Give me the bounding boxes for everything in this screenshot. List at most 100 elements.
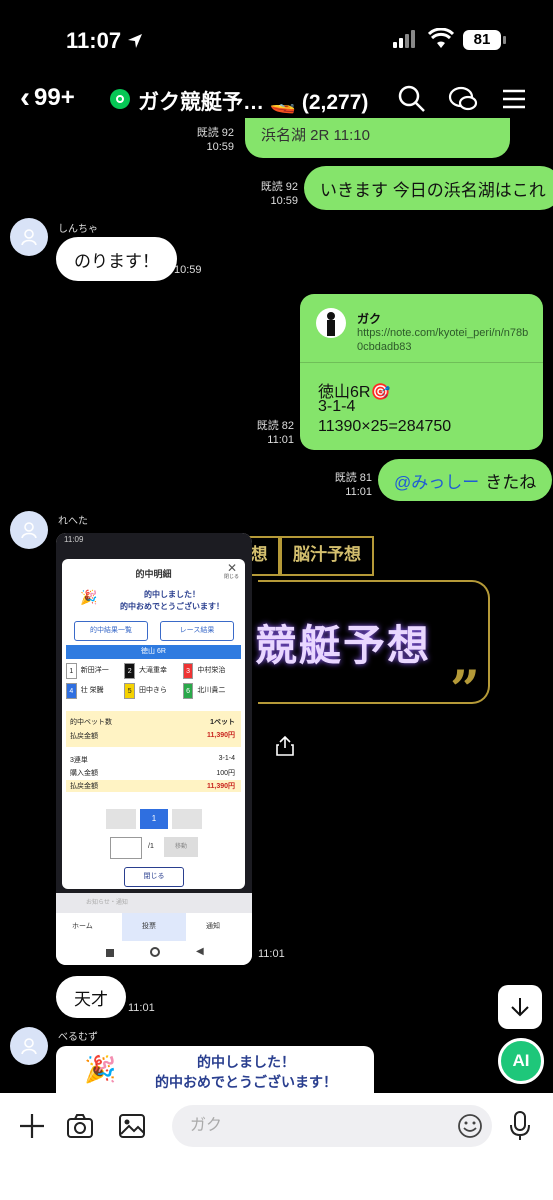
- message-text: 天才: [74, 989, 108, 1009]
- avatar[interactable]: [10, 1027, 48, 1065]
- bet-detail: 3連単 3-1-4 購入金額 100円 払戻金額 11,390円: [66, 755, 241, 799]
- racer-name: 田中きら: [139, 687, 168, 694]
- shared-image[interactable]: 11:09 的中明細 ✕ 閉じる 🎉 的中しました！ 的中おめでとうございます！…: [56, 533, 252, 965]
- link-divider: [300, 362, 543, 363]
- unread-count: 99+: [34, 84, 75, 111]
- page-total: /1: [148, 843, 154, 850]
- image-nav-bar: ◀: [56, 941, 252, 965]
- congrats-line-2: 的中おめでとうございます！: [155, 1074, 337, 1090]
- chevron-left-icon: ‹: [20, 81, 30, 114]
- message-time: 10:59: [270, 195, 298, 207]
- message-time: 11:01: [267, 434, 294, 446]
- arrow-down-icon: [511, 998, 529, 1017]
- boat-number: 2: [124, 663, 136, 679]
- popup-close-button: 閉じる: [124, 867, 184, 887]
- read-receipt: 既読 81: [334, 472, 372, 484]
- message-time: 11:01: [345, 486, 372, 498]
- shared-image[interactable]: 🎉 的中しました！ 的中おめでとうございます！: [56, 1046, 374, 1094]
- bg-headline: 競艇予想: [255, 621, 432, 670]
- payout2-label: 払戻金額: [70, 783, 98, 790]
- congrats-line-2: 的中おめでとうございます！: [120, 602, 224, 611]
- battery-icon: 81: [463, 30, 501, 50]
- boat-number: 4: [66, 683, 77, 699]
- link-preview-bubble[interactable]: ガク https://note.com/kyotei_peri/n/n78b0c…: [300, 294, 543, 450]
- mention-link[interactable]: @みっしー: [394, 468, 479, 493]
- congrats-line-1: 的中しました！: [197, 1054, 295, 1070]
- bg-tab-2: 脳汁予想: [280, 536, 374, 576]
- message-bubble-received[interactable]: のります！: [56, 237, 177, 281]
- message-bubble-sent[interactable]: 浜名湖 2R 11:10: [245, 118, 510, 158]
- hit-bets-label: 的中ベット数: [70, 719, 112, 726]
- read-receipt: 既読 92: [196, 127, 234, 139]
- emoji-icon[interactable]: [457, 1113, 483, 1139]
- buy-label: 購入金額: [70, 770, 98, 777]
- message-bubble-received[interactable]: 天才: [56, 976, 126, 1018]
- link-author: ガク: [357, 312, 382, 326]
- menu-icon[interactable]: [499, 84, 529, 114]
- member-count: (2,277): [301, 91, 369, 114]
- plus-icon[interactable]: [18, 1112, 46, 1140]
- pager: 1: [106, 809, 202, 829]
- threads-icon[interactable]: [448, 84, 478, 114]
- message-meta: 既読 92 10:59: [254, 180, 298, 208]
- boat-emoji-icon: 🚤: [269, 91, 296, 114]
- current-page: 1: [140, 809, 168, 829]
- popup-close-label: 閉じる: [223, 574, 239, 580]
- message-time: 11:01: [258, 948, 285, 960]
- congrats-line-1: 的中しました！: [144, 590, 200, 599]
- status-bar: 11:07 81: [0, 0, 553, 80]
- image-notice: お知らせ・通知: [86, 900, 128, 906]
- status-time-text: 11:07: [66, 28, 122, 53]
- bg-quote-mark: ”: [450, 660, 480, 721]
- read-receipt: 既読 92: [260, 181, 298, 193]
- wifi-icon: [428, 28, 454, 48]
- message-time: 11:01: [128, 1002, 155, 1014]
- racer-name: 新田洋一: [80, 667, 109, 674]
- back-button[interactable]: ‹ 99+: [20, 81, 75, 114]
- message-input[interactable]: ガク: [172, 1105, 492, 1147]
- racer-name: 中村栄治: [197, 667, 226, 674]
- location-arrow-icon: [128, 34, 143, 48]
- race-header: 徳山 6R: [66, 645, 241, 659]
- horse-row: 1 新田洋一 2 大滝重幸 3 中村栄治: [66, 663, 241, 679]
- sender-name: れへた: [58, 516, 88, 527]
- message-line: 11390×25=284750: [318, 418, 452, 435]
- avatar[interactable]: [10, 218, 48, 256]
- chat-title-text: ガク競艇予…: [138, 91, 264, 114]
- search-icon[interactable]: [397, 84, 427, 114]
- share-icon[interactable]: [274, 735, 296, 757]
- message-text: のります！: [74, 251, 159, 271]
- image-tab: ホーム: [72, 923, 93, 930]
- ai-button[interactable]: AI: [498, 1038, 544, 1084]
- image-tab: 投票: [142, 923, 156, 930]
- hit-list-button: 的中結果一覧: [74, 621, 148, 641]
- link-author-avatar: [316, 308, 346, 338]
- silhouette-icon: [327, 312, 335, 336]
- person-icon: [21, 522, 37, 539]
- party-popper-icon: 🎉: [84, 1054, 117, 1084]
- payout-value: 11,390円: [206, 732, 235, 739]
- avatar[interactable]: [10, 511, 48, 549]
- message-bubble-sent[interactable]: いきます 今日の浜名湖はこれ: [304, 166, 553, 210]
- chat-title[interactable]: ガク競艇予… 🚤 (2,277): [138, 86, 368, 116]
- person-icon: [21, 229, 37, 246]
- link-url[interactable]: https://note.com/kyotei_peri/n/n78b0cbda…: [357, 326, 533, 354]
- racer-name: 壮 栄騰: [80, 687, 104, 694]
- hit-summary: 的中ベット数 1ベット 払戻金額 11,390円: [66, 711, 241, 747]
- horse-row: 4壮 栄騰 5 田中きら 6 北川貴二: [66, 683, 241, 699]
- party-popper-icon: 🎉: [80, 589, 98, 605]
- microphone-icon[interactable]: [506, 1110, 534, 1142]
- image-tab-bar: ホーム 投票 通知: [56, 913, 252, 941]
- image-tab: 通知: [206, 923, 220, 930]
- message-text: いきます 今日の浜名湖はこれ: [320, 180, 546, 200]
- scroll-down-button[interactable]: [498, 985, 542, 1029]
- message-meta: 既読 82 11:01: [250, 419, 294, 447]
- camera-icon[interactable]: [66, 1112, 94, 1140]
- status-time: 11:07: [66, 28, 143, 54]
- message-meta: 既読 81 11:01: [328, 471, 372, 499]
- read-receipt: 既読 82: [256, 420, 294, 432]
- image-icon[interactable]: [118, 1112, 146, 1140]
- message-bubble-sent[interactable]: @みっしー きたね: [378, 459, 553, 501]
- boat-number: 6: [182, 683, 194, 699]
- message-line: 3-1-4: [318, 398, 356, 415]
